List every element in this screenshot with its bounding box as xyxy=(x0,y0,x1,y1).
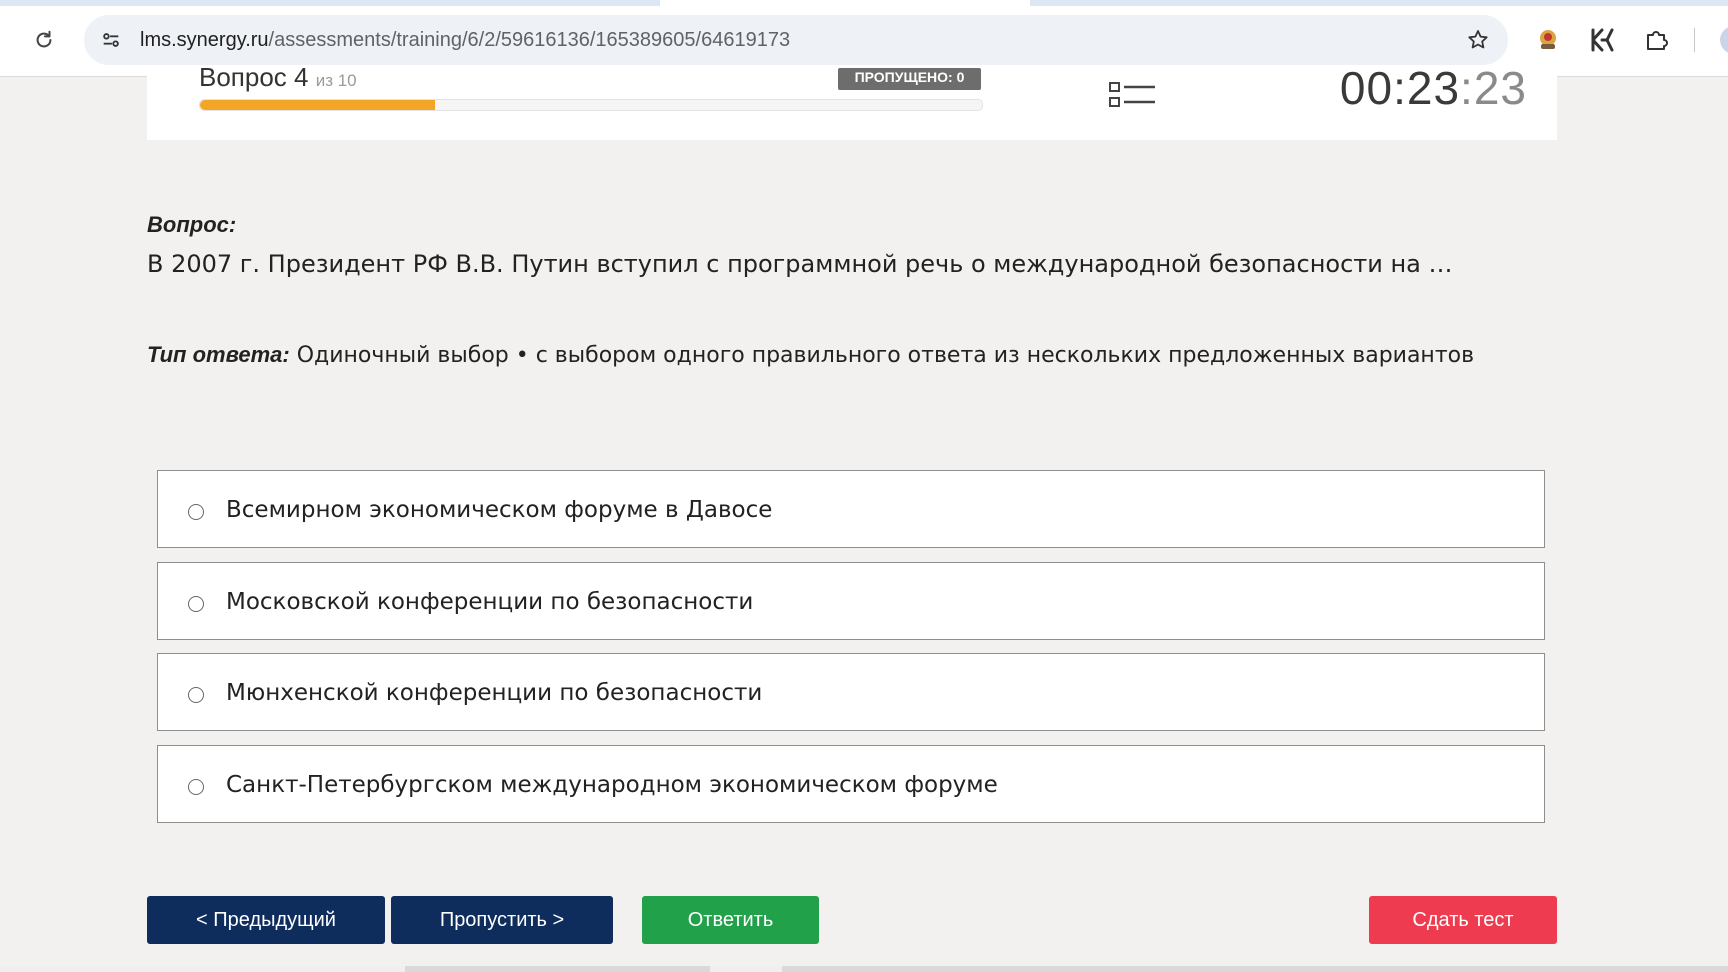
answer-type-label: Тип ответа: xyxy=(147,342,290,367)
extension-k-icon[interactable] xyxy=(1586,24,1618,56)
timer-main: 00:23 xyxy=(1339,62,1461,114)
tab-strip-left xyxy=(0,0,660,6)
question-list-icon[interactable] xyxy=(1109,80,1157,110)
skip-button[interactable]: Пропустить > xyxy=(391,896,613,944)
option-text: Мюнхенской конференции по безопасности xyxy=(226,680,763,706)
submit-test-button[interactable]: Сдать тест xyxy=(1369,896,1557,944)
question-number: Вопрос 4 xyxy=(199,62,309,92)
question-total: из 10 xyxy=(315,71,357,90)
url-host: lms.synergy.ru xyxy=(140,29,269,51)
question-counter: Вопрос 4 из 10 xyxy=(199,62,357,93)
extensions-puzzle-icon[interactable] xyxy=(1640,24,1672,56)
bottom-edge xyxy=(0,966,1728,972)
answer-type-value: Одиночный выбор • с выбором одного прави… xyxy=(296,343,1475,368)
timer-seconds: :23 xyxy=(1460,62,1527,114)
option-text: Всемирном экономическом форуме в Давосе xyxy=(226,497,773,523)
test-header: Вопрос 4 из 10 ПРОПУЩЕНО: 0 00:23:23 xyxy=(147,62,1557,140)
url-text[interactable]: lms.synergy.ru/assessments/training/6/2/… xyxy=(140,28,790,52)
question-text: В 2007 г. Президент РФ В.В. Путин вступи… xyxy=(147,250,1453,278)
radio-button[interactable] xyxy=(188,504,204,520)
bottom-edge-segment xyxy=(0,966,405,972)
progress-fill xyxy=(200,100,435,110)
profile-avatar[interactable] xyxy=(1720,26,1728,54)
tab-strip-right xyxy=(1030,0,1728,6)
answer-option[interactable]: Мюнхенской конференции по безопасности xyxy=(157,653,1545,731)
toolbar-divider xyxy=(1694,28,1695,52)
extension-avatar-icon[interactable] xyxy=(1532,24,1564,56)
previous-button[interactable]: < Предыдущий xyxy=(147,896,385,944)
option-text: Санкт-Петербургском международном эконом… xyxy=(226,772,998,798)
reload-icon[interactable] xyxy=(30,26,58,54)
timer: 00:23:23 xyxy=(1340,61,1527,115)
skipped-badge: ПРОПУЩЕНО: 0 xyxy=(838,68,981,90)
site-info-icon[interactable] xyxy=(98,27,124,53)
url-path: /assessments/training/6/2/59616136/16538… xyxy=(268,29,791,51)
answer-option[interactable]: Всемирном экономическом форуме в Давосе xyxy=(157,470,1545,548)
radio-button[interactable] xyxy=(188,596,204,612)
radio-button[interactable] xyxy=(188,687,204,703)
address-bar[interactable]: lms.synergy.ru/assessments/training/6/2/… xyxy=(84,15,1508,65)
answer-type: Тип ответа: Одиночный выбор • с выбором … xyxy=(147,342,1474,368)
option-text: Московской конференции по безопасности xyxy=(226,589,754,615)
bookmark-star-icon[interactable] xyxy=(1464,26,1492,54)
progress-bar xyxy=(199,99,983,111)
question-label: Вопрос: xyxy=(147,212,237,237)
answer-option[interactable]: Санкт-Петербургском международном эконом… xyxy=(157,745,1545,823)
bottom-edge-segment xyxy=(710,966,782,972)
radio-button[interactable] xyxy=(188,779,204,795)
answer-option[interactable]: Московской конференции по безопасности xyxy=(157,562,1545,640)
answer-button[interactable]: Ответить xyxy=(642,896,819,944)
